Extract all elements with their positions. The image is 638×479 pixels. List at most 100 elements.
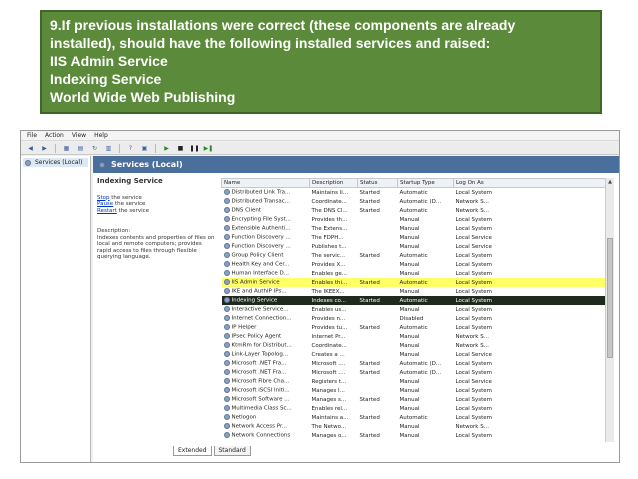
service-name: IP Helper [222,323,310,332]
service-row[interactable]: Interactive Service... Enables us... Manua… [222,305,606,314]
service-row[interactable]: Function Discovery ... Publishes t... Manu… [222,242,606,251]
service-row[interactable]: Network Access Pr... The Netwo... Manual Ne… [222,422,606,431]
service-logon: Local System [454,431,606,440]
service-description: Microsoft .... [310,368,358,377]
restart-service-icon[interactable]: ▶❚ [203,143,214,154]
pause-service-icon[interactable]: ❚❚ [189,143,200,154]
vertical-scrollbar[interactable]: ▲ [605,178,614,442]
service-row[interactable]: Link-Layer Topolog... Creates a ... Manual… [222,350,606,359]
service-startup-type: Automatic [398,413,454,422]
service-row[interactable]: Network Connections Manages o... Started Ma… [222,431,606,440]
menu-view[interactable]: View [72,132,86,139]
service-row[interactable]: Microsoft .NET Fra... Microsoft .... Start… [222,359,606,368]
service-row[interactable]: Internet Connection... Provides n... Disab… [222,314,606,323]
forward-icon[interactable]: ▶ [39,143,50,154]
service-logon: Local System [454,188,606,198]
scroll-up-icon[interactable]: ▲ [606,178,614,186]
service-row[interactable]: IPsec Policy Agent Internet Pr... Manual Ne… [222,332,606,341]
service-startup-type: Manual [398,215,454,224]
service-gear-icon [223,225,230,232]
service-row[interactable]: DNS Client The DNS Cl... Started Automatic N… [222,206,606,215]
service-row[interactable]: Distributed Transac... Coordinate... Start… [222,197,606,206]
service-startup-type: Manual [398,233,454,242]
services-pane: Services (Local) Indexing Service Stop t… [93,156,619,462]
service-row[interactable]: Human Interface D... Enables ge... Manual L… [222,269,606,278]
service-name-text: DNS Client [231,207,262,214]
service-row[interactable]: Microsoft Software ... Manages s... Starte… [222,395,606,404]
service-row[interactable]: IIS Admin Service Enables thi... Started Au… [221,278,605,287]
service-name-text: Microsoft .NET Fra... [231,360,287,367]
service-row[interactable]: KtmRm for Distribut... Coordinate... Manua… [222,341,606,350]
service-status [358,377,398,386]
service-row[interactable]: Microsoft Fibre Cha... Registers t... Manu… [222,377,606,386]
service-name-text: KtmRm for Distribut... [231,342,292,349]
service-description-text: The FDPH... [311,234,344,241]
banner-line: IIS Admin Service [50,53,168,69]
column-header-description[interactable]: Description [309,178,358,188]
start-service-icon[interactable]: ▶ [161,143,172,154]
service-startup-type: Manual [398,332,454,341]
menu-file[interactable]: File [27,132,37,139]
column-header-startup-type[interactable]: Startup Type [397,178,454,188]
service-status: Started [358,197,398,206]
service-name-text: Distributed Link Tra... [231,189,291,196]
service-description: Internet Pr... [310,332,358,341]
service-row[interactable]: IKE and AuthIP IPs... The IKEEX... Manual L… [222,287,606,296]
menu-action[interactable]: Action [45,132,64,139]
service-logon: Local System [454,404,606,413]
tab-standard[interactable]: Standard [213,446,251,456]
stop-service-icon[interactable]: ■ [175,143,186,154]
service-gear-icon [223,405,230,412]
service-name: Multimedia Class Sc... [222,404,310,413]
service-logon: Local System [454,368,606,377]
service-row[interactable]: Microsoft iSCSI Initi... Manages I... Manu… [222,386,606,395]
service-startup-type-text: Manual [399,351,420,358]
column-header-logon[interactable]: Log On As [453,178,605,188]
service-description: Publishes t... [310,242,358,251]
column-header-name[interactable]: Name [221,178,310,188]
service-row[interactable]: Indexing Service Indexes co... Started Auto… [221,296,605,305]
tree-item-services-local[interactable]: Services (Local) [23,158,88,167]
back-icon[interactable]: ◀ [25,143,36,154]
service-startup-type-text: Manual [399,342,420,349]
tab-extended[interactable]: Extended [173,446,212,456]
export-list-icon[interactable]: ▥ [103,143,114,154]
service-name-text: Microsoft Fibre Cha... [231,378,290,385]
service-startup-type-text: Manual [399,306,420,313]
service-status: Started [357,278,398,287]
menu-help[interactable]: Help [94,132,108,139]
help-icon[interactable]: ? [125,143,136,154]
console-tree-icon[interactable]: ▦ [61,143,72,154]
service-status [358,314,398,323]
service-description-text: Provides X... [311,261,346,268]
service-startup-type-text: Manual [399,270,420,277]
service-row[interactable]: Netlogon Maintains a... Started Automatic Lo… [222,413,606,422]
service-gear-icon [223,414,230,421]
view-icon[interactable]: ▣ [139,143,150,154]
pause-rest: the service [113,201,146,207]
properties-icon[interactable]: ▤ [75,143,86,154]
service-startup-type-text: Automatic [399,297,428,304]
service-row[interactable]: Health Key and Cer... Provides X... Manual… [222,260,606,269]
service-name: IPsec Policy Agent [222,332,310,341]
service-row[interactable]: Microsoft .NET Fra... Microsoft .... Start… [222,368,606,377]
service-row[interactable]: Function Discovery ... The FDPH... Manual L… [222,233,606,242]
restart-link[interactable]: Restart [97,208,117,214]
refresh-icon[interactable]: ↻ [89,143,100,154]
service-row[interactable]: Group Policy Client The servic... Started A… [222,251,606,260]
service-row[interactable]: IP Helper Provides tu... Started Automatic L… [222,323,606,332]
service-description-text: The DNS Cl... [311,207,348,214]
service-row[interactable]: Multimedia Class Sc... Enables rel... Manu… [222,404,606,413]
pause-link[interactable]: Pause [97,201,113,207]
service-description-text: Creates a ... [311,351,345,358]
service-startup-type: Manual [398,431,454,440]
stop-link[interactable]: Stop [97,195,110,201]
service-description: Creates a ... [310,350,358,359]
service-startup-type: Manual [398,386,454,395]
scroll-thumb[interactable] [607,238,613,358]
service-row[interactable]: Encrypting File Syst... Provides th... Man… [222,215,606,224]
service-gear-icon [223,324,230,331]
service-row[interactable]: Extensible Authenti... The Extens... Manua… [222,224,606,233]
column-header-status[interactable]: Status [357,178,398,188]
service-row[interactable]: Distributed Link Tra... Maintains li... St… [222,188,606,198]
